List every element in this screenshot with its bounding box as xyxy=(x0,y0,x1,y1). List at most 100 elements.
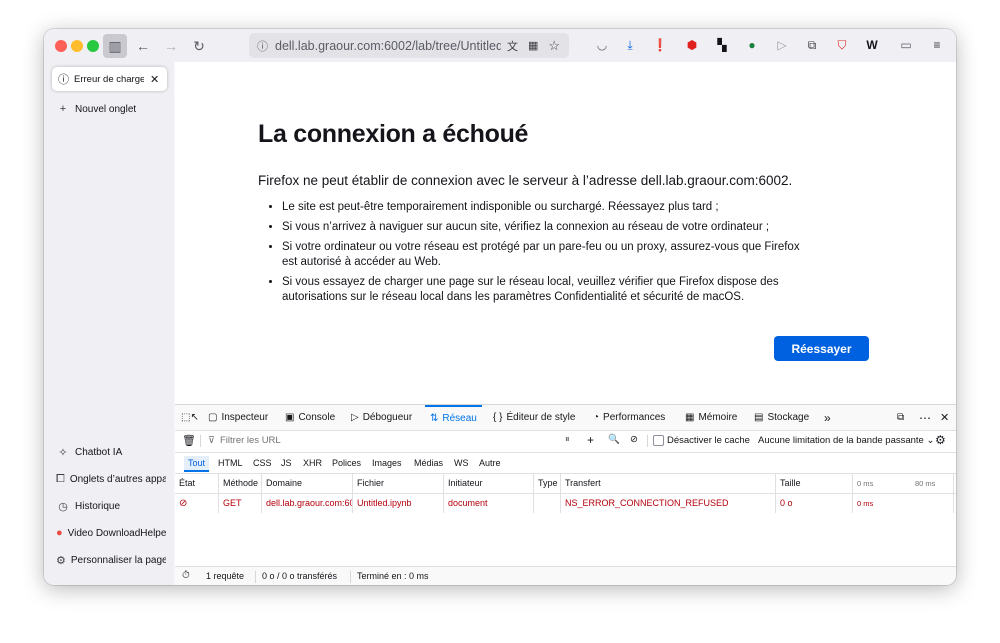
filter-type-css[interactable]: CSS xyxy=(249,456,276,470)
sidebar-item-label: Historique xyxy=(75,501,121,512)
apps-extension-icon[interactable]: ▚ xyxy=(712,35,732,55)
filter-icon: ⊽ xyxy=(208,435,215,446)
pause-icon[interactable]: ⏸ xyxy=(565,434,570,445)
debugger-icon: ▷ xyxy=(351,412,359,423)
tab-inspector[interactable]: ▢ Inspecteur xyxy=(208,405,268,430)
stopwatch-icon: ⏱ xyxy=(182,570,190,581)
tab-network[interactable]: ⇅ Réseau xyxy=(425,405,482,430)
close-window-button[interactable] xyxy=(55,40,67,52)
network-icon: ⇅ xyxy=(430,413,439,424)
column-size[interactable]: Taille xyxy=(776,474,853,493)
ublock-icon[interactable]: ⬢ xyxy=(682,35,702,55)
devtools-tabs: ⬚↖ ▢ Inspecteur ▣ Console ▷ Débogueur ⇅ Rése… xyxy=(175,405,956,431)
maximize-window-button[interactable] xyxy=(87,40,99,52)
filter-type-all[interactable]: Tout xyxy=(184,456,210,472)
column-transfer[interactable]: Transfert xyxy=(561,474,776,493)
sidebar-item-customize[interactable]: ⚙ Personnaliser la page xyxy=(56,554,166,567)
url-text[interactable]: dell.lab.graour.com:6002/lab/tree/Untitl… xyxy=(275,39,501,53)
forward-icon[interactable]: → xyxy=(159,34,183,58)
close-tab-icon[interactable]: ✕ xyxy=(150,73,159,86)
tab-error[interactable]: ⓘ Erreur de chargement ✕ xyxy=(52,67,167,91)
wallet-extension-icon[interactable]: W xyxy=(862,35,882,55)
alert-extension-icon[interactable]: ❗ xyxy=(650,35,670,55)
dock-icon[interactable]: ⧉ xyxy=(897,405,904,430)
memory-icon: ▦ xyxy=(685,412,695,423)
grid-icon[interactable]: ▦ xyxy=(528,39,538,52)
play-extension-icon[interactable]: ▷ xyxy=(772,35,792,55)
sidebar-item-label: Onglets d’autres appareils xyxy=(69,474,166,485)
sidebar-toggle-icon[interactable]: ▥ xyxy=(103,34,127,58)
sidebar-item-label: Video DownloadHelper xyxy=(67,527,166,539)
divider xyxy=(350,571,351,583)
column-method[interactable]: Méthode xyxy=(219,474,262,493)
extensions-puzzle-icon[interactable]: ⧉ xyxy=(802,35,822,55)
new-tab-button[interactable]: + Nouvel onglet xyxy=(56,103,136,115)
divider xyxy=(647,435,648,447)
throttle-select[interactable]: Aucune limitation de la bande passante ⌄ xyxy=(758,435,934,446)
tab-console[interactable]: ▣ Console xyxy=(285,405,335,430)
disable-cache-label: Désactiver le cache xyxy=(667,435,750,446)
add-request-icon[interactable]: + xyxy=(587,433,594,447)
divider xyxy=(255,571,256,583)
block-icon[interactable]: ⊘ xyxy=(630,434,638,445)
trash-icon[interactable]: 🗑 xyxy=(182,434,196,447)
finished-time: Terminé en : 0 ms xyxy=(357,571,429,581)
filter-type-ws[interactable]: WS xyxy=(450,456,473,470)
tab-style-editor[interactable]: { } Éditeur de style xyxy=(493,405,575,430)
tab-label: Mémoire xyxy=(698,412,738,423)
close-devtools-icon[interactable]: ✕ xyxy=(940,405,949,430)
options-icon[interactable]: ⋯ xyxy=(919,405,931,430)
grammarly-icon[interactable]: ● xyxy=(742,35,762,55)
tab-memory[interactable]: ▦ Mémoire xyxy=(685,405,737,430)
column-initiator[interactable]: Initiateur xyxy=(444,474,534,493)
filter-type-images[interactable]: Images xyxy=(368,456,406,470)
downloads-icon[interactable]: ⤓ xyxy=(620,35,640,55)
filter-type-xhr[interactable]: XHR xyxy=(299,456,326,470)
column-status[interactable]: État xyxy=(175,474,219,493)
bookmark-star-icon[interactable]: ☆ xyxy=(548,38,560,54)
column-waterfall[interactable]: 0 ms 80 ms xyxy=(853,474,954,493)
info-icon[interactable]: ⓘ xyxy=(257,38,271,54)
tab-storage[interactable]: ▤ Stockage xyxy=(754,405,809,430)
element-picker-icon[interactable]: ⬚↖ xyxy=(181,405,199,430)
tab-title: Erreur de chargement xyxy=(74,73,144,85)
url-bar[interactable]: ⓘ dell.lab.graour.com:6002/lab/tree/Unti… xyxy=(249,33,569,58)
error-status-icon: ⊘ xyxy=(175,494,219,513)
sidebar-item-video-downloadhelper[interactable]: ● Video DownloadHelper xyxy=(56,527,166,539)
translate-icon[interactable]: 文 xyxy=(507,38,518,54)
reader-view-icon[interactable]: ▭ xyxy=(896,35,916,55)
tab-performance[interactable]: ◔ Performances xyxy=(593,405,665,430)
browser-window: ▥ ← → ↻ ⓘ dell.lab.graour.com:6002/lab/t… xyxy=(44,29,956,585)
reload-icon[interactable]: ↻ xyxy=(187,34,211,58)
waterfall-tick-label: 80 ms xyxy=(915,479,936,488)
search-icon[interactable]: 🔍 xyxy=(608,434,620,445)
request-type xyxy=(534,494,561,513)
filter-type-js[interactable]: JS xyxy=(277,456,296,470)
filter-type-html[interactable]: HTML xyxy=(214,456,247,470)
more-tabs-icon[interactable]: » xyxy=(824,405,831,430)
column-file[interactable]: Fichier xyxy=(353,474,444,493)
minimize-window-button[interactable] xyxy=(71,40,83,52)
network-settings-icon[interactable]: ⚙ xyxy=(935,433,946,447)
sidebar-item-history[interactable]: ◷ Historique xyxy=(56,500,120,513)
table-row[interactable]: ⊘ GET dell.lab.graour.com:6002 Untitled.… xyxy=(175,494,956,513)
tab-label: Console xyxy=(298,412,336,423)
filter-type-media[interactable]: Médias xyxy=(410,456,447,470)
back-icon[interactable]: ← xyxy=(131,34,155,58)
disable-cache-checkbox[interactable] xyxy=(653,435,664,446)
filter-url-input[interactable]: Filtrer les URL xyxy=(220,435,281,446)
tab-debugger[interactable]: ▷ Débogueur xyxy=(351,405,412,430)
filter-type-other[interactable]: Autre xyxy=(475,456,505,470)
sidebar-item-synced-tabs[interactable]: ⧠ Onglets d’autres appareils xyxy=(56,473,166,486)
menu-hamburger-icon[interactable]: ≡ xyxy=(927,35,947,55)
column-type[interactable]: Type xyxy=(534,474,561,493)
retry-button[interactable]: Réessayer xyxy=(774,336,869,361)
request-timing: 0 ms xyxy=(853,494,954,513)
shield-extension-icon[interactable]: ⛉ xyxy=(832,35,852,55)
sidebar-item-chatbot[interactable]: ✧ Chatbot IA xyxy=(56,446,122,459)
pocket-icon[interactable]: ◡ xyxy=(592,35,612,55)
column-domain[interactable]: Domaine xyxy=(262,474,353,493)
transferred-summary: 0 o / 0 o transférés xyxy=(262,571,338,581)
devtools-panel: ⬚↖ ▢ Inspecteur ▣ Console ▷ Débogueur ⇅ Rése… xyxy=(175,404,956,585)
filter-type-fonts[interactable]: Polices xyxy=(328,456,365,470)
